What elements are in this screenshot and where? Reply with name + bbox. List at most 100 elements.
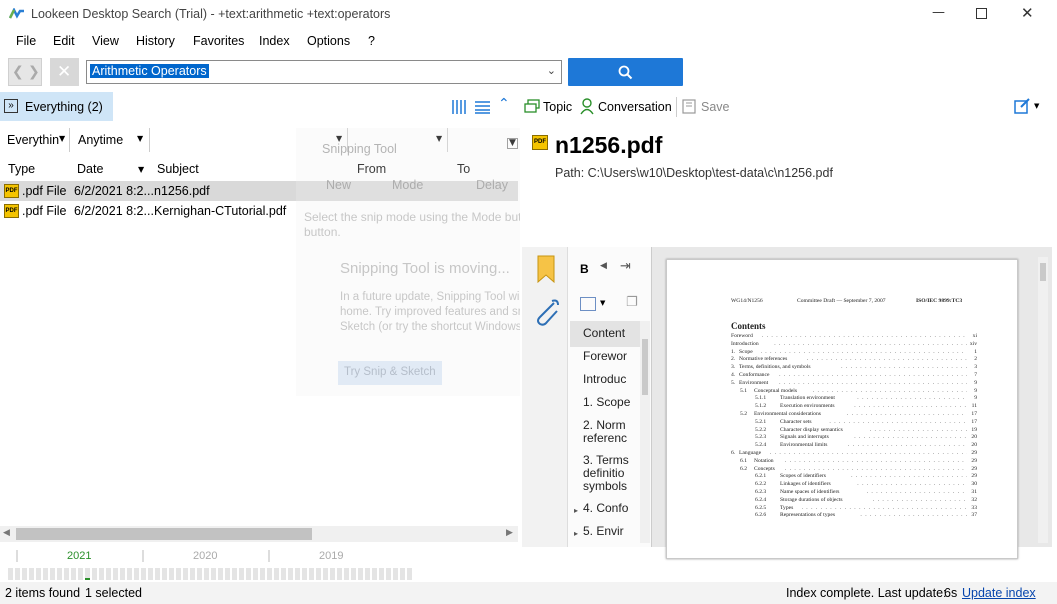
timeline-bar[interactable] bbox=[379, 568, 384, 580]
conversation-button[interactable]: Conversation bbox=[598, 100, 672, 114]
timeline-bar[interactable] bbox=[225, 568, 230, 580]
timeline-bar[interactable] bbox=[372, 568, 377, 580]
everything-tab[interactable]: » Everything (2) bbox=[0, 92, 113, 121]
column-subject[interactable]: Subject bbox=[157, 162, 199, 176]
menu-view[interactable]: View bbox=[92, 34, 119, 48]
timeline-bar[interactable] bbox=[155, 568, 160, 580]
timeline-bar[interactable] bbox=[78, 568, 83, 580]
bookmark-item[interactable]: 1. Scope bbox=[583, 396, 630, 409]
timeline-bar[interactable] bbox=[316, 568, 321, 580]
column-date[interactable]: Date bbox=[77, 162, 103, 176]
back-forward-buttons[interactable]: ❮ ❯ bbox=[8, 58, 42, 86]
timeline-bar[interactable] bbox=[246, 568, 251, 580]
collapse-icon[interactable]: ⌃ bbox=[498, 96, 510, 112]
save-button[interactable]: Save bbox=[701, 100, 730, 114]
bookmark-item[interactable]: Content bbox=[583, 327, 625, 340]
timeline-bar[interactable] bbox=[29, 568, 34, 580]
add-bookmark-icon[interactable]: ❐ bbox=[626, 295, 638, 310]
timeline-bar[interactable] bbox=[36, 568, 41, 580]
time-filter-dropdown[interactable]: Anytime ▼ bbox=[74, 128, 150, 152]
topic-icon[interactable] bbox=[524, 99, 540, 114]
menu-edit[interactable]: Edit bbox=[53, 34, 75, 48]
timeline-bar[interactable] bbox=[358, 568, 363, 580]
bookmark-scrollbar[interactable] bbox=[640, 321, 650, 543]
menu-file[interactable]: File bbox=[16, 34, 36, 48]
scrollbar-thumb[interactable] bbox=[642, 339, 648, 395]
timeline-bar[interactable] bbox=[92, 568, 97, 580]
menu-options[interactable]: Options bbox=[307, 34, 350, 48]
timeline-bar[interactable] bbox=[281, 568, 286, 580]
timeline-bar[interactable] bbox=[176, 568, 181, 580]
save-icon[interactable] bbox=[682, 99, 696, 114]
timeline-bar[interactable] bbox=[288, 568, 293, 580]
bookmark-item[interactable]: 2. Norm referenc bbox=[583, 419, 627, 445]
timeline-bar[interactable] bbox=[218, 568, 223, 580]
expand-icon[interactable]: » bbox=[4, 99, 18, 113]
timeline-bar[interactable] bbox=[302, 568, 307, 580]
search-button[interactable] bbox=[568, 58, 683, 86]
timeline-bar[interactable] bbox=[365, 568, 370, 580]
menu-index[interactable]: Index bbox=[259, 34, 290, 48]
column-view-icon[interactable] bbox=[452, 100, 467, 114]
timeline-bar[interactable] bbox=[134, 568, 139, 580]
panel-hide-icon[interactable]: ⇥ bbox=[620, 259, 631, 274]
bookmark-options-icon[interactable] bbox=[580, 297, 596, 311]
timeline-bar[interactable] bbox=[323, 568, 328, 580]
scroll-right-icon[interactable]: ▶ bbox=[506, 528, 513, 538]
scroll-left-icon[interactable]: ◀ bbox=[3, 528, 10, 538]
maximize-icon[interactable] bbox=[976, 8, 987, 19]
timeline-bar[interactable] bbox=[393, 568, 398, 580]
timeline-bar[interactable] bbox=[351, 568, 356, 580]
timeline-bar[interactable] bbox=[400, 568, 405, 580]
horizontal-scrollbar[interactable]: ◀ ▶ bbox=[0, 526, 518, 542]
timeline-bar[interactable] bbox=[148, 568, 153, 580]
timeline-bar[interactable] bbox=[64, 568, 69, 580]
timeline-bar[interactable] bbox=[15, 568, 20, 580]
timeline-bar[interactable] bbox=[127, 568, 132, 580]
menu-history[interactable]: History bbox=[136, 34, 175, 48]
topic-button[interactable]: Topic bbox=[543, 100, 572, 114]
menu-favorites[interactable]: Favorites bbox=[193, 34, 244, 48]
expand-bookmark-icon[interactable]: ▸ bbox=[574, 504, 578, 517]
timeline-year[interactable]: 2020 bbox=[193, 550, 217, 562]
timeline-bar[interactable] bbox=[239, 568, 244, 580]
timeline-bar[interactable] bbox=[57, 568, 62, 580]
timeline-bar[interactable] bbox=[337, 568, 342, 580]
bookmark-item[interactable]: Forewor bbox=[583, 350, 627, 363]
scrollbar-thumb[interactable] bbox=[1040, 263, 1046, 281]
timeline-bar[interactable] bbox=[50, 568, 55, 580]
timeline-bar[interactable] bbox=[22, 568, 27, 580]
timeline-bar[interactable] bbox=[253, 568, 258, 580]
bookmark-item[interactable]: 3. Terms definitio symbols bbox=[583, 454, 629, 493]
back-icon[interactable]: ❮ bbox=[12, 64, 24, 80]
search-input[interactable]: Arithmetic Operators ⌄ bbox=[86, 60, 562, 84]
bookmark-item[interactable]: 5. Envir bbox=[583, 525, 624, 538]
forward-icon[interactable]: ❯ bbox=[28, 64, 40, 80]
type-filter-dropdown[interactable]: Everythin ▼ bbox=[4, 128, 70, 152]
timeline-bar[interactable] bbox=[120, 568, 125, 580]
timeline-bar[interactable] bbox=[197, 568, 202, 580]
timeline-bar[interactable] bbox=[260, 568, 265, 580]
timeline-bar[interactable] bbox=[183, 568, 188, 580]
timeline[interactable]: 2021 2020 2019 bbox=[0, 546, 518, 582]
menu-help[interactable]: ? bbox=[368, 34, 375, 48]
expand-bookmark-icon[interactable]: ▸ bbox=[574, 527, 578, 540]
timeline-bar[interactable] bbox=[106, 568, 111, 580]
timeline-bar[interactable] bbox=[309, 568, 314, 580]
timeline-bar[interactable] bbox=[141, 568, 146, 580]
timeline-bar[interactable] bbox=[71, 568, 76, 580]
search-history-dropdown-icon[interactable]: ⌄ bbox=[547, 64, 556, 77]
timeline-bar[interactable] bbox=[295, 568, 300, 580]
timeline-bar[interactable] bbox=[232, 568, 237, 580]
timeline-bar[interactable] bbox=[211, 568, 216, 580]
attachment-icon[interactable] bbox=[532, 297, 560, 327]
list-view-icon[interactable] bbox=[475, 100, 490, 114]
minimize-icon[interactable]: — bbox=[932, 5, 945, 20]
timeline-bar[interactable] bbox=[386, 568, 391, 580]
timeline-bar[interactable] bbox=[162, 568, 167, 580]
clear-search-button[interactable]: ✕ bbox=[50, 58, 79, 86]
timeline-bar[interactable] bbox=[407, 568, 412, 580]
bookmark-item[interactable]: Introduc bbox=[583, 373, 626, 386]
edit-icon[interactable] bbox=[1014, 98, 1031, 114]
timeline-bar[interactable] bbox=[204, 568, 209, 580]
